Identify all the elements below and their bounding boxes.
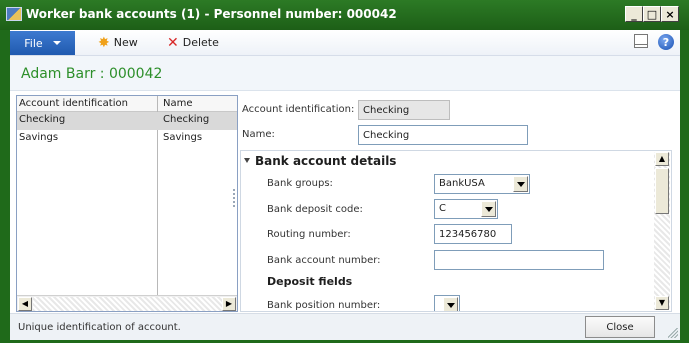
cell-name: Checking (163, 114, 210, 125)
cell-account-id: Savings (19, 132, 59, 143)
position-number-select[interactable] (434, 295, 460, 311)
chevron-down-icon[interactable] (443, 297, 458, 311)
window-title: Worker bank accounts (1) - Personnel num… (26, 7, 397, 21)
vertical-scrollbar[interactable]: ▲ ▼ (654, 152, 670, 310)
table-row[interactable]: Savings Savings (17, 130, 237, 148)
bank-groups-label: Bank groups: (267, 178, 333, 189)
new-button[interactable]: ✸ New (98, 34, 138, 51)
maximize-icon[interactable]: □ (643, 6, 661, 22)
bank-groups-select[interactable]: BankUSA (434, 174, 530, 194)
cell-account-id: Checking (19, 114, 66, 125)
deposit-fields-title: Deposit fields (267, 275, 353, 288)
routing-number-field[interactable]: 123456780 (434, 224, 512, 244)
delete-label: Delete (182, 36, 219, 49)
app-form-icon (6, 7, 22, 21)
name-label: Name: (242, 129, 275, 140)
chevron-down-icon[interactable] (513, 176, 528, 192)
new-star-icon: ✸ (98, 34, 110, 51)
action-pane: File ✸ New ✕ Delete ? (10, 30, 680, 56)
account-number-label: Bank account number: (267, 255, 381, 266)
title-bar[interactable]: Worker bank accounts (1) - Personnel num… (0, 0, 689, 30)
worker-bank-accounts-window: Worker bank accounts (1) - Personnel num… (0, 0, 689, 343)
scroll-right-icon[interactable]: ▶ (222, 297, 236, 311)
file-menu-button[interactable]: File (10, 31, 75, 55)
panel-icon[interactable] (634, 34, 648, 48)
scroll-down-icon[interactable]: ▼ (655, 296, 669, 310)
delete-button[interactable]: ✕ Delete (167, 34, 219, 51)
deposit-code-value: C (439, 203, 446, 214)
grid-header: Account identification Name (17, 96, 237, 112)
position-number-label: Bank position number: (267, 300, 381, 311)
table-row[interactable]: Checking Checking (17, 112, 237, 130)
toolbar-right: ? (634, 34, 674, 50)
scroll-left-icon[interactable]: ◀ (18, 297, 32, 311)
help-icon[interactable]: ? (658, 34, 674, 50)
resize-grip-icon[interactable] (668, 328, 678, 338)
column-header-account-id[interactable]: Account identification (19, 98, 128, 109)
new-label: New (113, 36, 138, 49)
chevron-down-icon[interactable] (481, 201, 496, 217)
splitter-handle[interactable] (233, 189, 235, 207)
bank-account-details-section: Bank account details Bank groups: BankUS… (240, 150, 672, 312)
routing-number-label: Routing number: (267, 229, 351, 240)
column-header-name[interactable]: Name (163, 98, 193, 109)
section-title[interactable]: Bank account details (255, 154, 396, 168)
window-controls: _ □ × (625, 6, 679, 22)
scroll-thumb[interactable] (655, 168, 669, 214)
record-header: Adam Barr : 000042 (10, 56, 680, 91)
record-title: Adam Barr : 000042 (21, 66, 163, 82)
bank-groups-value: BankUSA (439, 178, 485, 189)
deposit-code-label: Bank deposit code: (267, 204, 363, 215)
close-icon[interactable]: × (661, 6, 679, 22)
delete-x-icon: ✕ (167, 34, 179, 51)
horizontal-scrollbar[interactable]: ◀ ▶ (17, 295, 237, 311)
cell-name: Savings (163, 132, 203, 143)
minimize-icon[interactable]: _ (625, 6, 643, 22)
account-id-field[interactable]: Checking (358, 100, 450, 120)
name-field[interactable]: Checking (358, 125, 528, 145)
close-button[interactable]: Close (585, 316, 655, 338)
collapse-icon[interactable] (244, 158, 250, 163)
form-content: Adam Barr : 000042 Account identificatio… (10, 56, 680, 340)
status-bar: Unique identification of account. Close (10, 313, 680, 340)
scroll-track[interactable] (33, 297, 223, 311)
account-id-label: Account identification: (242, 104, 355, 115)
scroll-up-icon[interactable]: ▲ (655, 152, 669, 166)
chevron-down-icon (52, 41, 61, 45)
file-label: File (24, 36, 43, 50)
accounts-grid: Account identification Name Checking Che… (16, 95, 238, 312)
deposit-code-select[interactable]: C (434, 199, 498, 219)
status-text: Unique identification of account. (18, 322, 181, 333)
account-number-field[interactable] (434, 250, 604, 270)
